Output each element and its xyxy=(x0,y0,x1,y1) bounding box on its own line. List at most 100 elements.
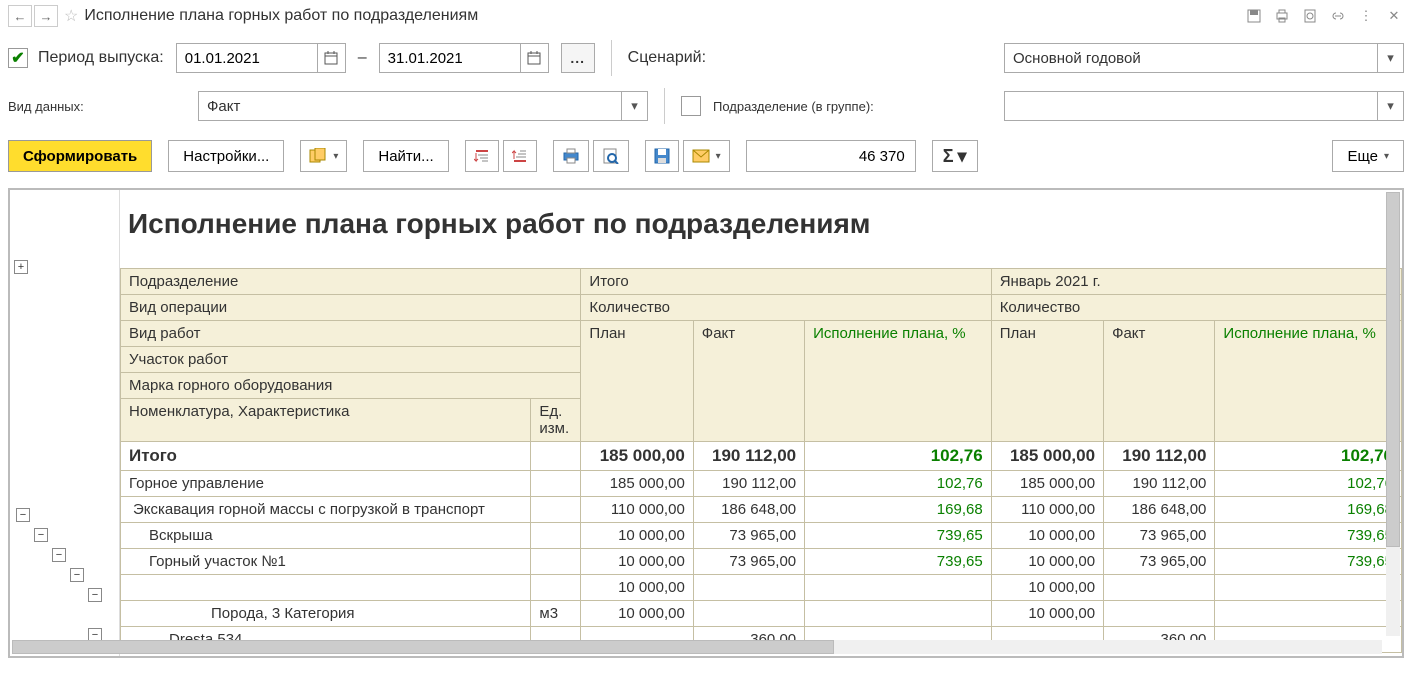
cell-fact-period: 186 648,00 xyxy=(1104,497,1215,523)
dropdown-icon[interactable]: ▾ xyxy=(1377,92,1403,120)
cell-fact-total: 190 112,00 xyxy=(693,471,804,497)
sum-value-input[interactable] xyxy=(746,140,916,172)
hdr-qty: Количество xyxy=(581,295,991,321)
chevron-down-icon: ▾ xyxy=(958,146,967,167)
sigma-button[interactable]: Σ▾ xyxy=(932,140,978,172)
date-from-input[interactable] xyxy=(177,46,317,71)
date-from-field[interactable] xyxy=(176,43,346,73)
more-button[interactable]: Еще▾ xyxy=(1332,140,1404,172)
cell-fact-period xyxy=(1104,575,1215,601)
table-row[interactable]: Итого185 000,00190 112,00102,76185 000,0… xyxy=(121,442,1402,471)
tree-toggle[interactable]: − xyxy=(88,588,102,602)
collapse-all-button[interactable] xyxy=(503,140,537,172)
cell-plan-total: 10 000,00 xyxy=(581,575,693,601)
period-select-button[interactable]: ... xyxy=(561,43,595,73)
page-title: Исполнение плана горных работ по подразд… xyxy=(84,7,478,25)
forward-button[interactable]: → xyxy=(34,5,58,27)
close-icon[interactable]: ✕ xyxy=(1384,6,1404,26)
cell-uom xyxy=(531,575,581,601)
back-button[interactable]: ← xyxy=(8,5,32,27)
dropdown-icon[interactable]: ▾ xyxy=(1377,44,1403,72)
save-icon[interactable] xyxy=(1244,6,1264,26)
dropdown-icon[interactable]: ▾ xyxy=(621,92,647,120)
tree-toggle[interactable]: − xyxy=(70,568,84,582)
cell-plan-total: 185 000,00 xyxy=(581,471,693,497)
scenario-dropdown[interactable]: Основной годовой ▾ xyxy=(1004,43,1404,73)
cell-uom xyxy=(531,523,581,549)
print-button[interactable] xyxy=(553,140,589,172)
variants-button[interactable]: ▾ xyxy=(300,140,347,172)
data-kind-dropdown[interactable]: Факт ▾ xyxy=(198,91,648,121)
cell-uom xyxy=(531,471,581,497)
separator xyxy=(664,88,665,124)
vertical-scrollbar[interactable] xyxy=(1386,192,1400,636)
cell-fact-total xyxy=(693,575,804,601)
table-row[interactable]: Горный участок №110 000,0073 965,00739,6… xyxy=(121,549,1402,575)
send-button[interactable]: ▾ xyxy=(683,140,730,172)
kebab-menu-icon[interactable]: ⋮ xyxy=(1356,6,1376,26)
favorite-icon[interactable]: ☆ xyxy=(64,6,78,26)
date-range-dash: – xyxy=(358,49,367,67)
expand-all-toggle[interactable]: + xyxy=(14,260,28,274)
cell-plan-total: 10 000,00 xyxy=(581,549,693,575)
tree-toggle[interactable]: − xyxy=(52,548,66,562)
hdr-work-kind: Вид работ xyxy=(121,321,581,347)
hdr-brand: Марка горного оборудования xyxy=(121,373,581,399)
titlebar: ← → ☆ Исполнение плана горных работ по п… xyxy=(0,0,1412,32)
cell-exec-total: 739,65 xyxy=(805,549,992,575)
period-checkbox[interactable] xyxy=(8,48,28,68)
data-kind-label: Вид данных: xyxy=(8,99,186,114)
table-row[interactable]: Порода, 3 Категориям310 000,0010 000,00 xyxy=(121,601,1402,627)
cell-plan-period: 10 000,00 xyxy=(991,575,1103,601)
chevron-down-icon: ▾ xyxy=(716,151,721,162)
cell-fact-period: 190 112,00 xyxy=(1104,471,1215,497)
table-row[interactable]: Горное управление185 000,00190 112,00102… xyxy=(121,471,1402,497)
cell-exec-total: 169,68 xyxy=(805,497,992,523)
hdr-area: Участок работ xyxy=(121,347,581,373)
cell-label: Итого xyxy=(121,442,531,471)
cell-fact-total xyxy=(693,601,804,627)
params-row-2: Вид данных: Факт ▾ Подразделение (в груп… xyxy=(0,84,1412,132)
calendar-icon[interactable] xyxy=(520,44,548,72)
horizontal-scrollbar[interactable] xyxy=(12,640,1382,654)
tree-toggle[interactable]: − xyxy=(34,528,48,542)
cell-plan-period: 10 000,00 xyxy=(991,601,1103,627)
generate-button[interactable]: Сформировать xyxy=(8,140,152,172)
chevron-down-icon: ▾ xyxy=(1384,151,1389,162)
report-heading: Исполнение плана горных работ по подразд… xyxy=(120,190,1402,268)
cell-exec-period xyxy=(1215,601,1402,627)
print-preview-button[interactable] xyxy=(593,140,629,172)
cell-uom xyxy=(531,497,581,523)
tree-toggle[interactable]: − xyxy=(16,508,30,522)
date-to-input[interactable] xyxy=(380,46,520,71)
link-icon[interactable] xyxy=(1328,6,1348,26)
preview-icon[interactable] xyxy=(1300,6,1320,26)
expand-all-button[interactable] xyxy=(465,140,499,172)
cell-label: Горный участок №1 xyxy=(121,549,531,575)
table-row[interactable]: Экскавация горной массы с погрузкой в тр… xyxy=(121,497,1402,523)
cell-exec-period: 102,76 xyxy=(1215,442,1402,471)
cell-plan-period: 10 000,00 xyxy=(991,549,1103,575)
cell-fact-period: 73 965,00 xyxy=(1104,523,1215,549)
division-dropdown[interactable]: ▾ xyxy=(1004,91,1404,121)
cell-uom: м3 xyxy=(531,601,581,627)
toolbar: Сформировать Настройки... ▾ Найти... ▾ Σ… xyxy=(0,132,1412,180)
cell-exec-period: 739,65 xyxy=(1215,523,1402,549)
print-icon[interactable] xyxy=(1272,6,1292,26)
settings-button[interactable]: Настройки... xyxy=(168,140,284,172)
table-row[interactable]: 10 000,00 10 000,00 xyxy=(121,575,1402,601)
table-row[interactable]: Вскрыша10 000,0073 965,00739,6510 000,00… xyxy=(121,523,1402,549)
save-button[interactable] xyxy=(645,140,679,172)
date-to-field[interactable] xyxy=(379,43,549,73)
cell-plan-total: 110 000,00 xyxy=(581,497,693,523)
hdr-uom: Ед. изм. xyxy=(531,399,581,442)
cell-exec-total xyxy=(805,601,992,627)
calendar-icon[interactable] xyxy=(317,44,345,72)
period-label: Период выпуска: xyxy=(38,49,164,67)
cell-fact-period: 73 965,00 xyxy=(1104,549,1215,575)
cell-fact-total: 73 965,00 xyxy=(693,523,804,549)
cell-exec-period: 169,68 xyxy=(1215,497,1402,523)
cell-exec-period: 739,65 xyxy=(1215,549,1402,575)
find-button[interactable]: Найти... xyxy=(363,140,448,172)
division-checkbox[interactable] xyxy=(681,96,701,116)
